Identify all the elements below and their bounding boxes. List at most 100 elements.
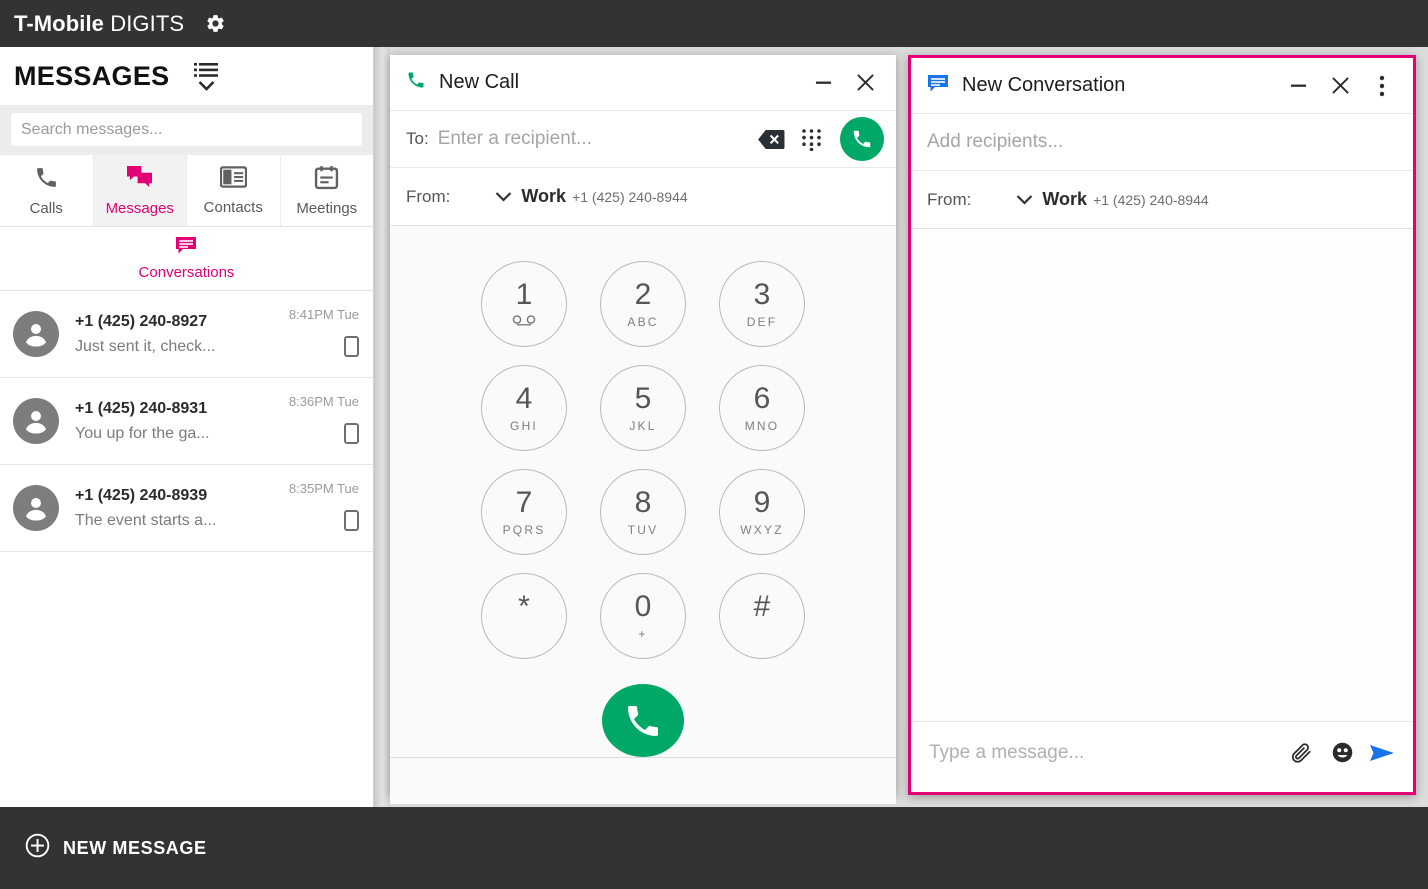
new-message-button[interactable]: NEW MESSAGE bbox=[25, 833, 207, 863]
dialpad-key-9[interactable]: 9 WXYZ bbox=[719, 469, 805, 555]
dialpad-icon[interactable] bbox=[794, 122, 828, 156]
list-options-icon[interactable] bbox=[191, 59, 221, 93]
search-container bbox=[0, 105, 373, 155]
message-preview: The event starts a... bbox=[75, 511, 217, 529]
close-button[interactable] bbox=[846, 64, 884, 102]
from-label: From: bbox=[927, 189, 972, 209]
key-letters: DEF bbox=[746, 315, 778, 329]
messages-side-panel: MESSAGES Search messages... Calls Messag… bbox=[0, 47, 374, 807]
list-item-text: +1 (425) 240-8931 You up for the ga... bbox=[75, 400, 289, 443]
key-letters: WXYZ bbox=[740, 523, 784, 537]
new-call-titlebar[interactable]: New Call bbox=[390, 55, 896, 111]
recipients-input[interactable] bbox=[927, 131, 1397, 153]
from-line-name: Work bbox=[1042, 189, 1088, 209]
sidebar-item-calls[interactable]: Calls bbox=[0, 155, 94, 226]
phone-icon bbox=[34, 165, 59, 195]
key-letters: JKL bbox=[629, 419, 657, 433]
new-call-window: New Call To: Enter a recipient... From: … bbox=[390, 55, 896, 804]
key-digit: 3 bbox=[753, 278, 771, 311]
more-vertical-icon[interactable] bbox=[1363, 67, 1401, 105]
contact-number: +1 (425) 240-8927 bbox=[75, 312, 208, 330]
close-button[interactable] bbox=[1321, 67, 1359, 105]
primary-tabs: Calls Messages Contacts Meetings bbox=[0, 155, 373, 227]
dialpad-key-3[interactable]: 3 DEF bbox=[719, 261, 805, 347]
conversation-from-row[interactable]: From: Work +1 (425) 240-8944 bbox=[911, 171, 1413, 229]
brand-primary: T-Mobile bbox=[14, 10, 105, 36]
emoji-icon[interactable] bbox=[1325, 736, 1359, 770]
key-digit: 0 bbox=[634, 590, 652, 623]
list-item[interactable]: +1 (425) 240-8927 Just sent it, check...… bbox=[0, 291, 373, 378]
send-icon[interactable] bbox=[1365, 736, 1399, 770]
sidebar-item-messages[interactable]: Messages bbox=[93, 155, 187, 226]
dialpad-key-7[interactable]: 7 PQRS bbox=[481, 469, 567, 555]
list-item-meta: 8:35PM Tue bbox=[289, 465, 359, 551]
app-root: T-Mobile DIGITS MESSAGES Search messages… bbox=[0, 0, 1428, 889]
chevron-down-icon[interactable] bbox=[1016, 194, 1033, 205]
chevron-down-icon[interactable] bbox=[495, 191, 512, 202]
new-conversation-titlebar[interactable]: New Conversation bbox=[911, 58, 1413, 114]
sidebar-item-meetings[interactable]: Meetings bbox=[281, 155, 374, 226]
window-title: New Conversation bbox=[962, 74, 1126, 96]
panel-scroll-gutter[interactable] bbox=[374, 47, 390, 807]
key-letters: ABC bbox=[627, 315, 659, 329]
key-digit: 2 bbox=[634, 278, 652, 311]
dialpad-key-0[interactable]: 0 + bbox=[600, 573, 686, 659]
sidebar-item-contacts[interactable]: Contacts bbox=[187, 155, 281, 226]
list-item-meta: 8:41PM Tue bbox=[289, 291, 359, 377]
new-call-footer bbox=[390, 758, 896, 804]
contact-number: +1 (425) 240-8939 bbox=[75, 486, 208, 504]
window-controls bbox=[804, 64, 884, 102]
message-preview: Just sent it, check... bbox=[75, 337, 216, 355]
list-item-text: +1 (425) 240-8927 Just sent it, check... bbox=[75, 313, 289, 356]
key-letters: + bbox=[638, 627, 648, 641]
minimize-button[interactable] bbox=[1279, 67, 1317, 105]
sidebar-item-label: Contacts bbox=[203, 199, 263, 216]
sidebar-item-label: Messages bbox=[105, 199, 174, 217]
brand-secondary: DIGITS bbox=[110, 10, 185, 36]
gear-icon[interactable] bbox=[202, 11, 228, 37]
side-panel-header: MESSAGES bbox=[0, 47, 373, 105]
dialpad-key-6[interactable]: 6 MNO bbox=[719, 365, 805, 451]
call-from-row[interactable]: From: Work +1 (425) 240-8944 bbox=[390, 168, 896, 226]
top-brand-bar: T-Mobile DIGITS bbox=[0, 0, 1428, 47]
minimize-button[interactable] bbox=[804, 64, 842, 102]
search-input[interactable] bbox=[11, 113, 362, 146]
recipient-input[interactable] bbox=[437, 128, 748, 150]
app-brand: T-Mobile DIGITS bbox=[14, 11, 184, 37]
contact-number: +1 (425) 240-8931 bbox=[75, 399, 208, 417]
mobile-device-icon bbox=[344, 509, 359, 536]
place-call-button[interactable] bbox=[602, 684, 684, 757]
dialpad-key-4[interactable]: 4 GHI bbox=[481, 365, 567, 451]
from-line-name: Work bbox=[521, 186, 567, 206]
key-digit: 6 bbox=[753, 382, 771, 415]
key-digit: 9 bbox=[753, 486, 771, 519]
timestamp: 8:36PM Tue bbox=[288, 393, 359, 409]
key-digit: 4 bbox=[515, 382, 533, 415]
call-button[interactable] bbox=[840, 117, 884, 161]
list-item[interactable]: +1 (425) 240-8931 You up for the ga... 8… bbox=[0, 378, 373, 465]
key-digit: # bbox=[753, 590, 771, 623]
secondary-tabs: Conversations bbox=[0, 227, 373, 291]
key-letters: PQRS bbox=[502, 523, 546, 537]
sidebar-item-label: Calls bbox=[29, 199, 63, 217]
from-line-number: +1 (425) 240-8944 bbox=[1093, 191, 1209, 208]
key-digit: 5 bbox=[634, 382, 652, 415]
tab-conversations[interactable]: Conversations bbox=[138, 236, 235, 281]
plus-circle-icon bbox=[25, 833, 50, 863]
paperclip-icon[interactable] bbox=[1285, 736, 1319, 770]
dialpad-key-2[interactable]: 2 ABC bbox=[600, 261, 686, 347]
backspace-icon[interactable] bbox=[754, 122, 788, 156]
tab-label: Conversations bbox=[138, 264, 235, 281]
dialpad-key-8[interactable]: 8 TUV bbox=[600, 469, 686, 555]
key-letters: MNO bbox=[744, 419, 780, 433]
dialpad-key-hash[interactable]: # bbox=[719, 573, 805, 659]
dialpad-key-star[interactable]: * bbox=[481, 573, 567, 659]
message-input[interactable] bbox=[929, 741, 1279, 764]
compose-row bbox=[911, 721, 1413, 783]
contacts-icon bbox=[219, 165, 247, 194]
list-item[interactable]: +1 (425) 240-8939 The event starts a... … bbox=[0, 465, 373, 552]
dialpad-key-5[interactable]: 5 JKL bbox=[600, 365, 686, 451]
avatar bbox=[13, 485, 59, 531]
dialpad-key-1[interactable]: 1 bbox=[481, 261, 567, 347]
list-item-meta: 8:36PM Tue bbox=[289, 378, 359, 464]
